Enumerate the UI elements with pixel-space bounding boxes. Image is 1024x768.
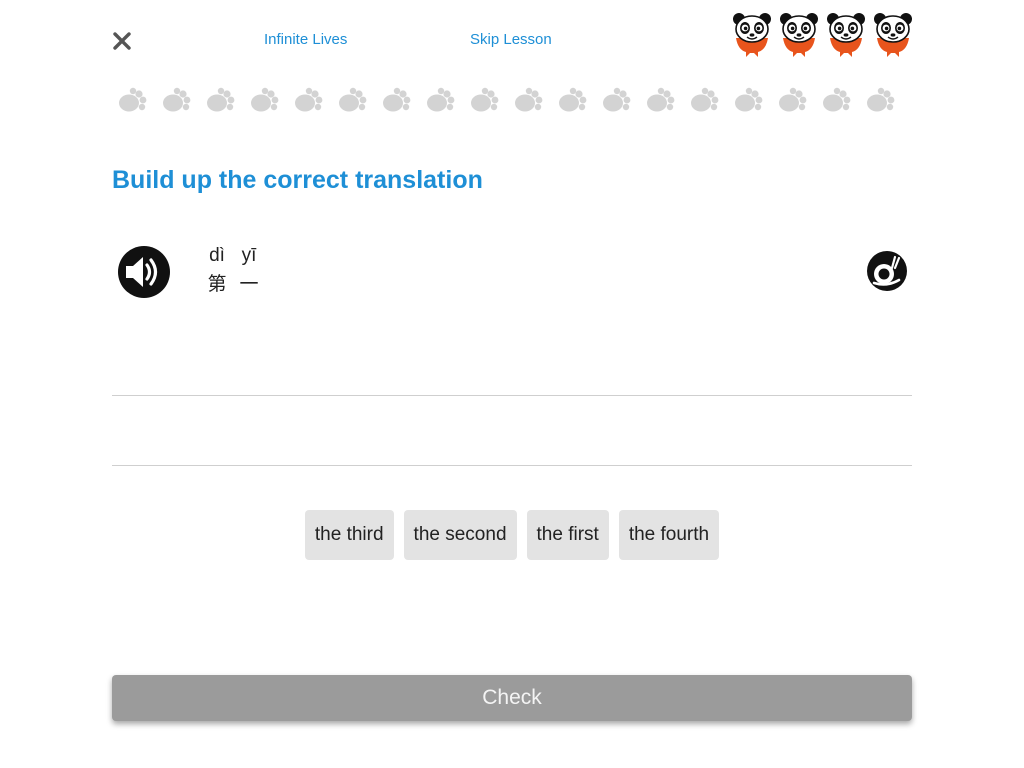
paw-print-icon xyxy=(339,87,367,112)
word-bank: the third the second the first the fourth xyxy=(112,510,912,560)
paw-print-icon xyxy=(603,87,631,112)
pinyin-text: dì xyxy=(209,245,225,266)
progress-step xyxy=(338,86,368,116)
paw-print-icon xyxy=(559,87,587,112)
paw-print-icon xyxy=(867,87,895,112)
infinite-lives-link[interactable]: Infinite Lives xyxy=(264,31,347,48)
progress-step xyxy=(778,86,808,116)
panda-head-icon xyxy=(827,13,865,57)
instruction-title: Build up the correct translation xyxy=(112,166,483,194)
close-button[interactable] xyxy=(110,29,134,53)
speaker-icon xyxy=(118,246,170,298)
pinyin-text: yī xyxy=(241,245,257,266)
progress-step xyxy=(162,86,192,116)
answer-drop-area[interactable] xyxy=(112,396,912,465)
life-panda xyxy=(826,12,866,58)
paw-print-icon xyxy=(163,87,191,112)
hanzi-text: 一 xyxy=(239,273,259,295)
progress-step xyxy=(470,86,500,116)
paw-print-icon xyxy=(735,87,763,112)
word-chip[interactable]: the first xyxy=(526,510,609,560)
lives-indicator xyxy=(732,12,916,60)
progress-step xyxy=(734,86,764,116)
paw-print-icon xyxy=(471,87,499,112)
paw-print-icon xyxy=(515,87,543,112)
life-panda xyxy=(873,12,913,58)
lesson-screen: Infinite Lives Skip Lesson Build up the … xyxy=(0,0,1024,768)
skip-lesson-link[interactable]: Skip Lesson xyxy=(470,31,552,48)
progress-step xyxy=(426,86,456,116)
progress-step xyxy=(294,86,324,116)
word-chip[interactable]: the third xyxy=(304,510,394,560)
progress-step xyxy=(646,86,676,116)
progress-step xyxy=(514,86,544,116)
close-icon xyxy=(113,32,131,50)
paw-print-icon xyxy=(779,87,807,112)
paw-print-icon xyxy=(251,87,279,112)
paw-print-icon xyxy=(823,87,851,112)
progress-step xyxy=(602,86,632,116)
progress-step xyxy=(866,86,896,116)
panda-head-icon xyxy=(733,13,771,57)
progress-step xyxy=(690,86,720,116)
paw-print-icon xyxy=(427,87,455,112)
paw-print-icon xyxy=(691,87,719,112)
check-button[interactable]: Check xyxy=(112,675,912,721)
play-slow-audio-button[interactable] xyxy=(866,250,908,292)
chinese-phrase: dì 第 yī 一 xyxy=(206,243,260,299)
progress-step xyxy=(118,86,148,116)
paw-print-icon xyxy=(647,87,675,112)
progress-step xyxy=(206,86,236,116)
paw-print-icon xyxy=(383,87,411,112)
paw-print-icon xyxy=(207,87,235,112)
word-chip[interactable]: the second xyxy=(403,510,517,560)
life-panda xyxy=(779,12,819,58)
phrase-syllable: dì 第 xyxy=(206,243,228,299)
phrase-syllable: yī 一 xyxy=(238,243,260,299)
paw-print-icon xyxy=(295,87,323,112)
paw-print-icon xyxy=(119,87,147,112)
panda-head-icon xyxy=(874,13,912,57)
panda-head-icon xyxy=(780,13,818,57)
word-chip[interactable]: the fourth xyxy=(618,510,720,560)
progress-step xyxy=(382,86,412,116)
answer-line-bottom xyxy=(112,465,912,466)
lesson-progress xyxy=(118,86,908,116)
progress-step xyxy=(250,86,280,116)
hanzi-text: 第 xyxy=(207,273,227,295)
snail-icon xyxy=(867,251,907,291)
play-audio-button[interactable] xyxy=(117,245,171,299)
progress-step xyxy=(822,86,852,116)
progress-step xyxy=(558,86,588,116)
life-panda xyxy=(732,12,772,58)
